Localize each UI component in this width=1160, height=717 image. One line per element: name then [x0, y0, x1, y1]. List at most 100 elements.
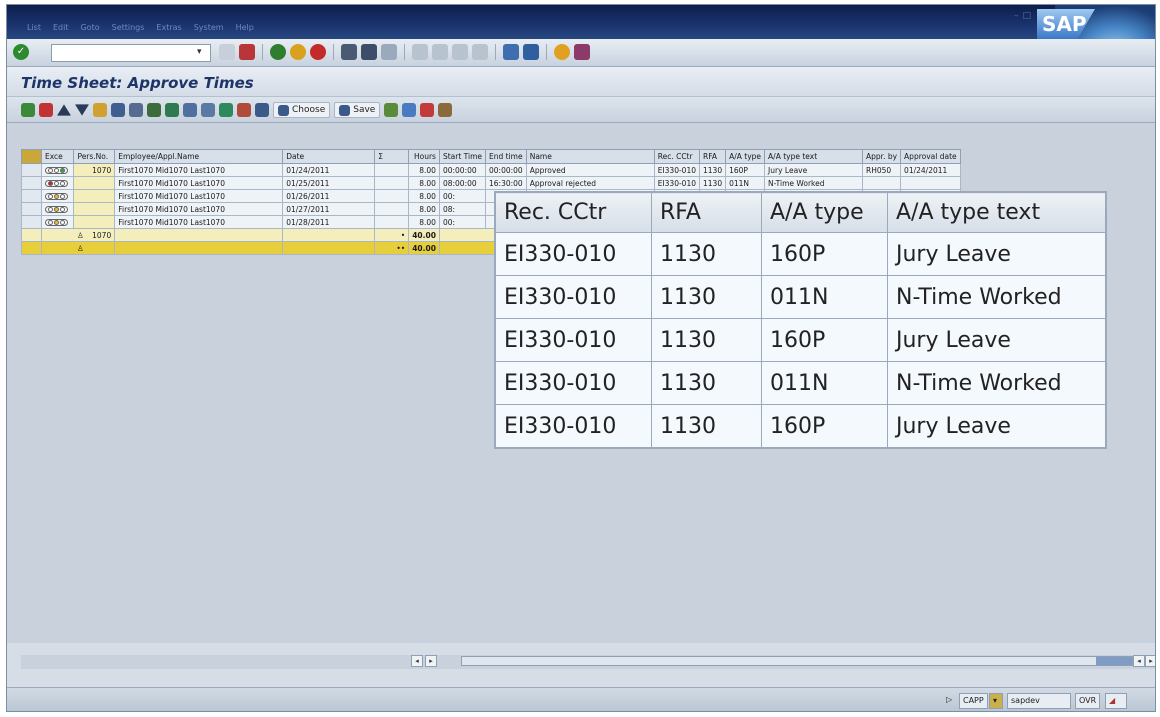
row-selector[interactable] [21, 228, 42, 242]
col-aa-type[interactable]: A/A type [725, 149, 766, 164]
col-aa-type-text[interactable]: A/A type text [764, 149, 864, 164]
next-page-icon[interactable] [452, 44, 468, 60]
col-status-name[interactable]: Name [525, 149, 655, 164]
table-row[interactable]: 1070 First1070 Mid1070 Last1070 01/24/20… [21, 163, 961, 177]
save-layout-icon [339, 104, 351, 116]
export-icon[interactable] [183, 103, 197, 117]
reject-icon[interactable] [39, 103, 53, 117]
cell-name: First1070 Mid1070 Last1070 [114, 176, 284, 190]
save-layout-button[interactable]: Save [334, 102, 381, 118]
menu-list[interactable]: List [27, 23, 41, 32]
col-start-time[interactable]: Start Time [438, 149, 487, 164]
col-approved-by[interactable]: Appr. by [862, 149, 902, 164]
grid-header-row: Exce Pers.No. Employee/Appl.Name Date Σ … [21, 149, 961, 164]
first-page-icon[interactable] [412, 44, 428, 60]
zoom-cell-cctr: EI330-010 [495, 361, 652, 405]
cell-aatype: 011N [725, 176, 766, 190]
last-page-icon[interactable] [472, 44, 488, 60]
col-exception[interactable]: Exce [40, 149, 75, 164]
zoom-col-rec-cctr: Rec. CCtr [495, 192, 652, 233]
layout-menu-icon[interactable] [574, 44, 590, 60]
menu-edit[interactable]: Edit [53, 23, 69, 32]
sum-icon[interactable] [219, 103, 233, 117]
col-end-time[interactable]: End time [485, 149, 527, 164]
cancel-icon[interactable] [310, 44, 326, 60]
zoom-cell-aatext: N-Time Worked [887, 275, 1106, 319]
choose-button[interactable]: Choose [273, 102, 331, 118]
table-row[interactable]: First1070 Mid1070 Last1070 01/25/2011 8.… [21, 176, 961, 190]
find-next-icon[interactable] [381, 44, 397, 60]
sort-descending-icon[interactable] [75, 104, 89, 116]
choose-layout-icon[interactable] [255, 103, 269, 117]
scroll-left-end-icon[interactable]: ◂ [1133, 655, 1145, 667]
shortcut-icon[interactable] [523, 44, 539, 60]
print-icon[interactable] [341, 44, 357, 60]
choose-icon [278, 104, 289, 116]
back-arrow-icon[interactable] [219, 44, 235, 60]
abc-analysis-icon[interactable] [384, 103, 399, 117]
col-sum-sign[interactable]: Σ [374, 149, 410, 164]
scroll-right-icon[interactable]: ▸ [425, 655, 437, 667]
col-hours[interactable]: Hours [408, 149, 440, 164]
send-icon[interactable] [420, 103, 435, 117]
col-pers-no[interactable]: Pers.No. [73, 149, 116, 164]
select-all-icon[interactable] [21, 149, 42, 164]
cell-start: 00: [438, 215, 487, 229]
scroll-right-end-icon[interactable]: ▸ [1145, 655, 1155, 667]
row-selector[interactable] [21, 176, 42, 190]
spreadsheet-icon[interactable] [165, 103, 179, 117]
print-preview-icon[interactable] [129, 103, 143, 117]
help-icon[interactable] [554, 44, 570, 60]
subtotal-icon[interactable] [237, 103, 251, 117]
cell-end: 16:30:00 [485, 176, 527, 190]
zoom-cell-aatype: 160P [761, 404, 888, 448]
col-rec-cctr[interactable]: Rec. CCtr [653, 149, 701, 164]
window-controls[interactable]: –□ [1014, 11, 1035, 21]
cell-cctr: EI330-010 [653, 176, 701, 190]
cell-empty [282, 228, 376, 242]
horizontal-scrollbar[interactable]: ◂ ▸ ◂ ▸ [21, 655, 1155, 669]
sort-ascending-icon[interactable] [57, 104, 71, 116]
cell-pers-no: 1070 [73, 163, 116, 177]
scroll-thumb[interactable] [1096, 657, 1132, 665]
scroll-left-icon[interactable]: ◂ [411, 655, 423, 667]
enter-check-icon[interactable]: ✓ [13, 44, 29, 60]
scroll-track[interactable] [461, 656, 1133, 666]
details-icon[interactable] [111, 103, 125, 117]
set-filter-icon[interactable] [201, 103, 215, 117]
person-icon[interactable] [93, 103, 107, 117]
status-expand-icon[interactable]: ▷ [943, 693, 955, 709]
approve-icon[interactable] [21, 103, 35, 117]
menu-settings[interactable]: Settings [112, 23, 145, 32]
col-date[interactable]: Date [282, 149, 376, 164]
cell-empty [282, 241, 376, 255]
new-session-icon[interactable] [503, 44, 519, 60]
menu-system[interactable]: System [194, 23, 224, 32]
row-selector[interactable] [21, 215, 42, 229]
row-selector[interactable] [21, 202, 42, 216]
row-selector[interactable] [21, 163, 42, 177]
row-selector[interactable] [21, 189, 42, 203]
menu-extras[interactable]: Extras [156, 23, 181, 32]
back-icon[interactable] [270, 44, 286, 60]
col-approval-date[interactable]: Approval date [900, 149, 961, 164]
command-field[interactable] [51, 44, 211, 62]
previous-page-icon[interactable] [432, 44, 448, 60]
filter-icon[interactable] [147, 103, 161, 117]
col-employee-name[interactable]: Employee/Appl.Name [114, 149, 284, 164]
command-field-dropdown-icon[interactable]: ▾ [197, 47, 207, 59]
exit-icon[interactable] [290, 44, 306, 60]
cell-date: 01/28/2011 [282, 215, 376, 229]
menu-help[interactable]: Help [236, 23, 254, 32]
cell-sum [374, 163, 410, 177]
info-icon[interactable] [438, 103, 453, 117]
col-rfa[interactable]: RFA [698, 149, 727, 164]
cell-start: 08:00:00 [438, 176, 487, 190]
save-icon[interactable] [239, 44, 255, 60]
find-icon[interactable] [361, 44, 377, 60]
status-system-dropdown-icon[interactable]: ▾ [989, 693, 1003, 709]
menu-goto[interactable]: Goto [80, 23, 99, 32]
row-selector[interactable] [21, 241, 42, 255]
cell-status: Approval rejected [525, 176, 655, 190]
graphic-icon[interactable] [402, 103, 417, 117]
